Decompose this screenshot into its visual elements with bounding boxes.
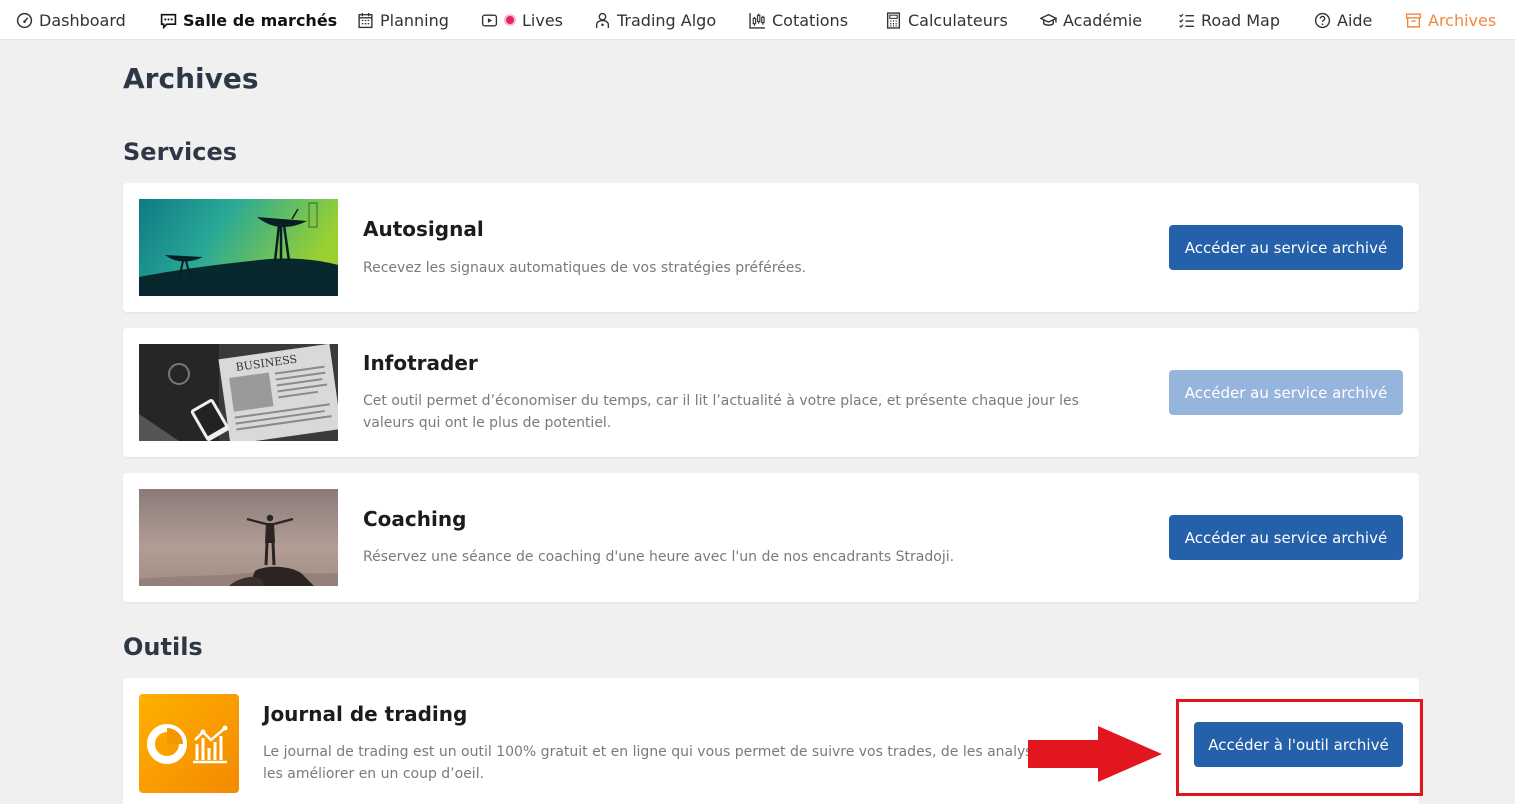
card-description: Réservez une séance de coaching d'une he… bbox=[363, 546, 954, 568]
nav-label: Calculateurs bbox=[908, 10, 1008, 30]
nav-item-dashboard[interactable]: Dashboard bbox=[16, 0, 126, 40]
help-circle-icon bbox=[1314, 12, 1331, 28]
nav-label: Trading Algo bbox=[617, 10, 717, 30]
card-description-line: Le journal de trading est un outil 100% … bbox=[263, 744, 1047, 760]
card-description-line: valeurs qui ont le plus de potentiel. bbox=[363, 415, 612, 431]
nav-item-archives[interactable]: Archives bbox=[1405, 0, 1496, 40]
nav-item-trading-algo[interactable]: Trading Algo bbox=[594, 0, 716, 40]
service-card-autosignal: Autosignal Recevez les signaux automatiq… bbox=[123, 183, 1419, 312]
coaching-image bbox=[139, 489, 338, 586]
card-description-line: Recevez les signaux automatiques de vos … bbox=[363, 260, 807, 276]
top-navigation: Dashboard Salle de marchés Planning Live… bbox=[0, 0, 1515, 40]
nav-item-calculateurs[interactable]: Calculateurs bbox=[885, 0, 1008, 40]
card-description-line: les améliorer en un coup d’oeil. bbox=[263, 766, 485, 782]
card-title: Journal de trading bbox=[263, 702, 468, 726]
infotrader-image: BUSINESS bbox=[139, 344, 338, 441]
autosignal-access-button[interactable]: Accéder au service archivé bbox=[1169, 225, 1403, 270]
card-description: Cet outil permet d’économiser du temps, … bbox=[363, 390, 1079, 434]
page-title: Archives bbox=[123, 62, 259, 95]
service-card-coaching: Coaching Réservez une séance de coaching… bbox=[123, 473, 1419, 602]
service-card-infotrader: BUSINESS Infotrader Cet outil permet d’é… bbox=[123, 328, 1419, 457]
nav-label: Planning bbox=[380, 10, 449, 30]
red-arrow-icon bbox=[1028, 726, 1162, 782]
card-description: Recevez les signaux automatiques de vos … bbox=[363, 257, 806, 279]
nav-label: Aide bbox=[1337, 10, 1373, 30]
nav-item-aide[interactable]: Aide bbox=[1314, 0, 1372, 40]
archive-icon bbox=[1405, 12, 1422, 28]
card-title: Autosignal bbox=[363, 217, 484, 241]
nav-label: Lives bbox=[522, 10, 564, 30]
card-description-line: Cet outil permet d’économiser du temps, … bbox=[363, 393, 1079, 409]
nav-item-academie[interactable]: Académie bbox=[1040, 0, 1142, 40]
nav-label: Cotations bbox=[772, 10, 849, 30]
nav-item-planning[interactable]: Planning bbox=[357, 0, 449, 40]
calculator-icon bbox=[886, 11, 901, 29]
infotrader-access-button[interactable]: Accéder au service archivé bbox=[1169, 370, 1403, 415]
nav-item-lives[interactable]: Lives bbox=[481, 0, 563, 40]
calendar-icon bbox=[358, 12, 373, 28]
nav-label: Académie bbox=[1063, 10, 1143, 30]
highlight-box bbox=[1176, 699, 1423, 796]
autosignal-image bbox=[139, 199, 338, 296]
gauge-icon bbox=[16, 12, 33, 28]
card-description: Le journal de trading est un outil 100% … bbox=[263, 741, 1047, 785]
section-title-outils: Outils bbox=[123, 633, 203, 661]
graduation-cap-icon bbox=[1040, 13, 1057, 26]
nav-label: Dashboard bbox=[39, 10, 126, 30]
youtube-icon bbox=[481, 13, 498, 27]
section-title-services: Services bbox=[123, 138, 238, 166]
robot-icon bbox=[595, 12, 610, 28]
live-indicator-icon bbox=[504, 14, 516, 26]
nav-item-road-map[interactable]: Road Map bbox=[1178, 0, 1280, 40]
journal-trading-logo bbox=[139, 694, 239, 793]
card-title: Infotrader bbox=[363, 351, 478, 375]
candlestick-icon bbox=[749, 12, 765, 29]
coaching-access-button[interactable]: Accéder au service archivé bbox=[1169, 515, 1403, 560]
checklist-icon bbox=[1179, 13, 1194, 28]
nav-item-cotations[interactable]: Cotations bbox=[749, 0, 848, 40]
chat-icon bbox=[160, 13, 177, 29]
nav-label: Archives bbox=[1428, 10, 1497, 30]
nav-item-salle-de-marches[interactable]: Salle de marchés bbox=[160, 0, 337, 40]
card-description-line: Réservez une séance de coaching d'une he… bbox=[363, 549, 955, 565]
nav-label: Road Map bbox=[1201, 10, 1280, 30]
card-title: Coaching bbox=[363, 507, 467, 531]
nav-label: Salle de marchés bbox=[183, 10, 338, 30]
